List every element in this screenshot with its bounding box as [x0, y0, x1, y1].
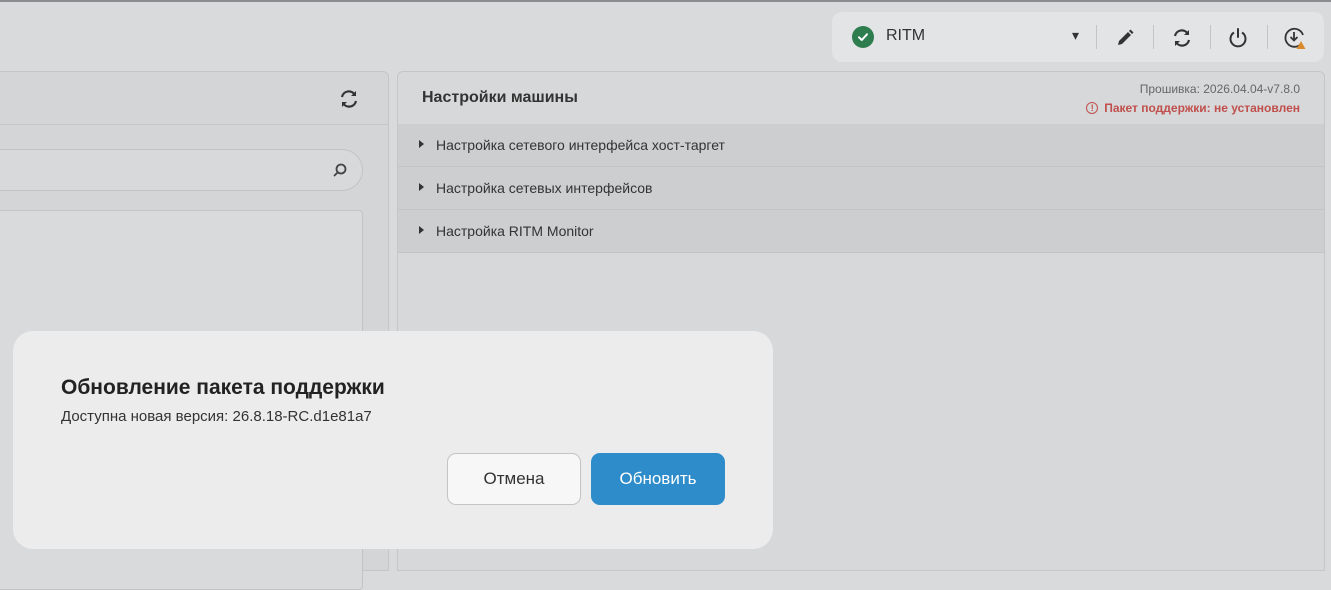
cancel-button[interactable]: Отмена	[447, 453, 581, 505]
search-input[interactable]	[0, 149, 363, 191]
refresh-icon[interactable]	[338, 88, 360, 110]
caret-right-icon	[419, 140, 424, 148]
refresh-icon[interactable]	[1168, 24, 1196, 52]
machine-name[interactable]: RITM	[886, 27, 925, 45]
section-network-interfaces[interactable]: Настройка сетевых интерфейсов	[398, 167, 1324, 210]
machine-toolbar: RITM ▾	[832, 12, 1324, 62]
dialog-message: Доступна новая версия: 26.8.18-RC.d1e81a…	[61, 408, 372, 425]
caret-right-icon	[419, 183, 424, 191]
info-warning-icon: !	[1086, 102, 1099, 114]
check-circle-icon	[852, 26, 874, 48]
section-ritm-monitor[interactable]: Настройка RITM Monitor	[398, 210, 1324, 253]
firmware-version: Прошивка: 2026.04.04-v7.8.0	[1139, 82, 1300, 96]
support-package-status-text: Пакет поддержки: не установлен	[1104, 101, 1300, 115]
section-label: Настройка сетевого интерфейса хост-тарге…	[436, 137, 725, 153]
search-icon	[332, 162, 348, 178]
pencil-icon[interactable]	[1111, 24, 1139, 52]
caret-right-icon	[419, 226, 424, 234]
divider	[1267, 25, 1268, 49]
left-panel-header	[0, 72, 388, 125]
divider	[1210, 25, 1211, 49]
settings-header: Настройки машины Прошивка: 2026.04.04-v7…	[398, 72, 1324, 125]
divider	[1153, 25, 1154, 49]
section-label: Настройка RITM Monitor	[436, 223, 594, 239]
update-button[interactable]: Обновить	[591, 453, 725, 505]
dialog-title: Обновление пакета поддержки	[61, 376, 385, 399]
support-package-status: ! Пакет поддержки: не установлен	[1086, 101, 1300, 115]
download-warning-icon[interactable]	[1281, 24, 1309, 52]
section-host-target-network[interactable]: Настройка сетевого интерфейса хост-тарге…	[398, 124, 1324, 167]
section-label: Настройка сетевых интерфейсов	[436, 180, 653, 196]
power-icon[interactable]	[1224, 24, 1252, 52]
top-border	[0, 0, 1331, 2]
update-support-package-dialog: Обновление пакета поддержки Доступна нов…	[13, 331, 773, 549]
page-title: Настройки машины	[422, 89, 578, 106]
divider	[1096, 25, 1097, 49]
chevron-down-icon[interactable]: ▾	[1072, 27, 1079, 44]
